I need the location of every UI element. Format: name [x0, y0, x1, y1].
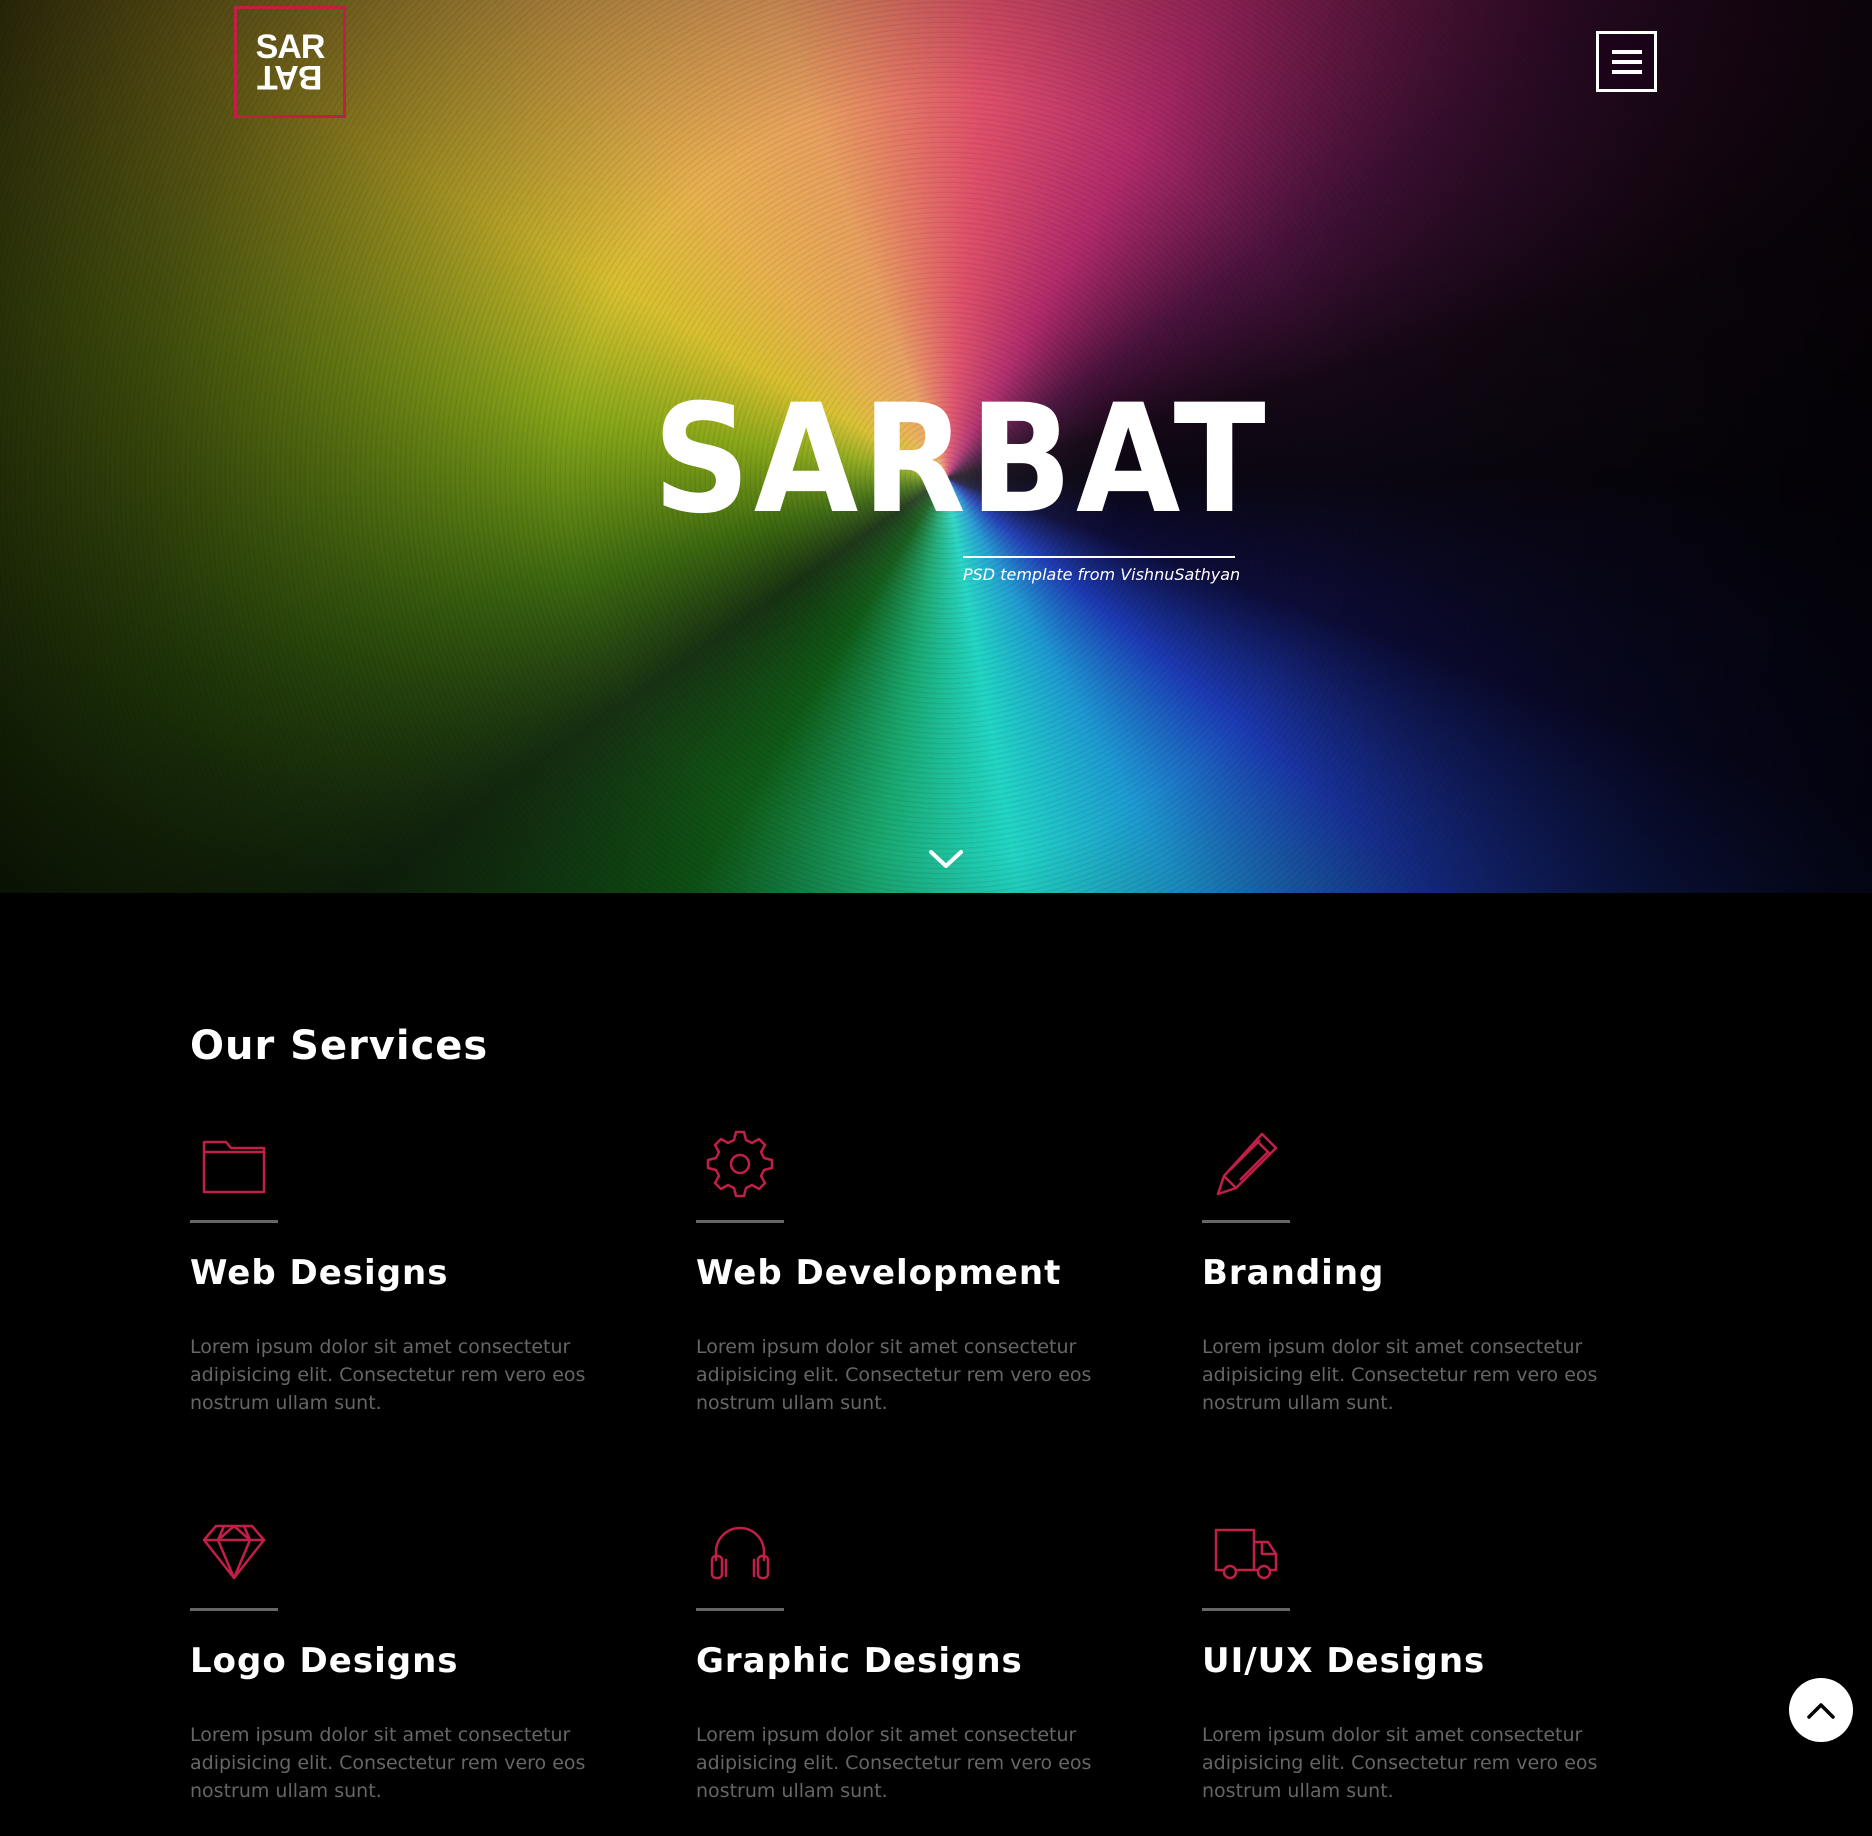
service-divider	[696, 1220, 784, 1223]
hero-divider	[963, 556, 1235, 558]
folder-icon	[202, 1140, 266, 1194]
service-card-logo-designs: Logo Designs Lorem ipsum dolor sit amet …	[190, 1516, 630, 1836]
service-description: Lorem ipsum dolor sit amet consectetur a…	[1202, 1336, 1598, 1414]
site-logo[interactable]: SAR BAT	[234, 6, 346, 118]
services-heading: Our Services	[190, 1023, 489, 1069]
hamburger-menu-icon	[1611, 49, 1642, 74]
gear-icon	[706, 1130, 774, 1198]
service-description: Lorem ipsum dolor sit amet consectetur a…	[696, 1336, 1092, 1414]
diamond-icon	[202, 1524, 266, 1580]
service-description: Lorem ipsum dolor sit amet consectetur a…	[1202, 1724, 1598, 1802]
hero-section: SAR BAT SARBAT PSD template from VishnuS…	[0, 0, 1872, 893]
pencil-icon	[1216, 1132, 1278, 1196]
service-title: Graphic Designs	[696, 1641, 1023, 1681]
service-description: Lorem ipsum dolor sit amet consectetur a…	[190, 1724, 586, 1802]
truck-icon	[1214, 1528, 1278, 1580]
service-description: Lorem ipsum dolor sit amet consectetur a…	[696, 1724, 1092, 1802]
service-card-graphic-designs: Graphic Designs Lorem ipsum dolor sit am…	[696, 1516, 1136, 1836]
service-card-web-designs: Web Designs Lorem ipsum dolor sit amet c…	[190, 1128, 630, 1448]
service-description: Lorem ipsum dolor sit amet consectetur a…	[190, 1336, 586, 1414]
services-section: Our Services Web Designs Lorem ipsum dol…	[0, 893, 1872, 1802]
chevron-down-icon[interactable]	[928, 846, 964, 872]
service-divider	[696, 1608, 784, 1611]
service-title: Logo Designs	[190, 1641, 459, 1681]
service-divider	[190, 1608, 278, 1611]
service-divider	[190, 1220, 278, 1223]
hamburger-menu-button[interactable]	[1596, 31, 1657, 92]
hero-title: SARBAT	[653, 373, 1270, 547]
service-card-ui-ux-designs: UI/UX Designs Lorem ipsum dolor sit amet…	[1202, 1516, 1642, 1836]
service-card-web-development: Web Development Lorem ipsum dolor sit am…	[696, 1128, 1136, 1448]
service-title: Web Development	[696, 1253, 1062, 1293]
service-divider	[1202, 1608, 1290, 1611]
service-title: Branding	[1202, 1253, 1385, 1293]
service-card-branding: Branding Lorem ipsum dolor sit amet cons…	[1202, 1128, 1642, 1448]
service-title: Web Designs	[190, 1253, 449, 1293]
chevron-up-icon	[1807, 1703, 1835, 1719]
logo-text-bottom: BAT	[257, 58, 323, 96]
service-divider	[1202, 1220, 1290, 1223]
service-title: UI/UX Designs	[1202, 1641, 1486, 1681]
back-to-top-button[interactable]	[1789, 1678, 1853, 1742]
headphones-icon	[710, 1526, 770, 1580]
hero-tagline: PSD template from VishnuSathyan	[963, 565, 1241, 584]
